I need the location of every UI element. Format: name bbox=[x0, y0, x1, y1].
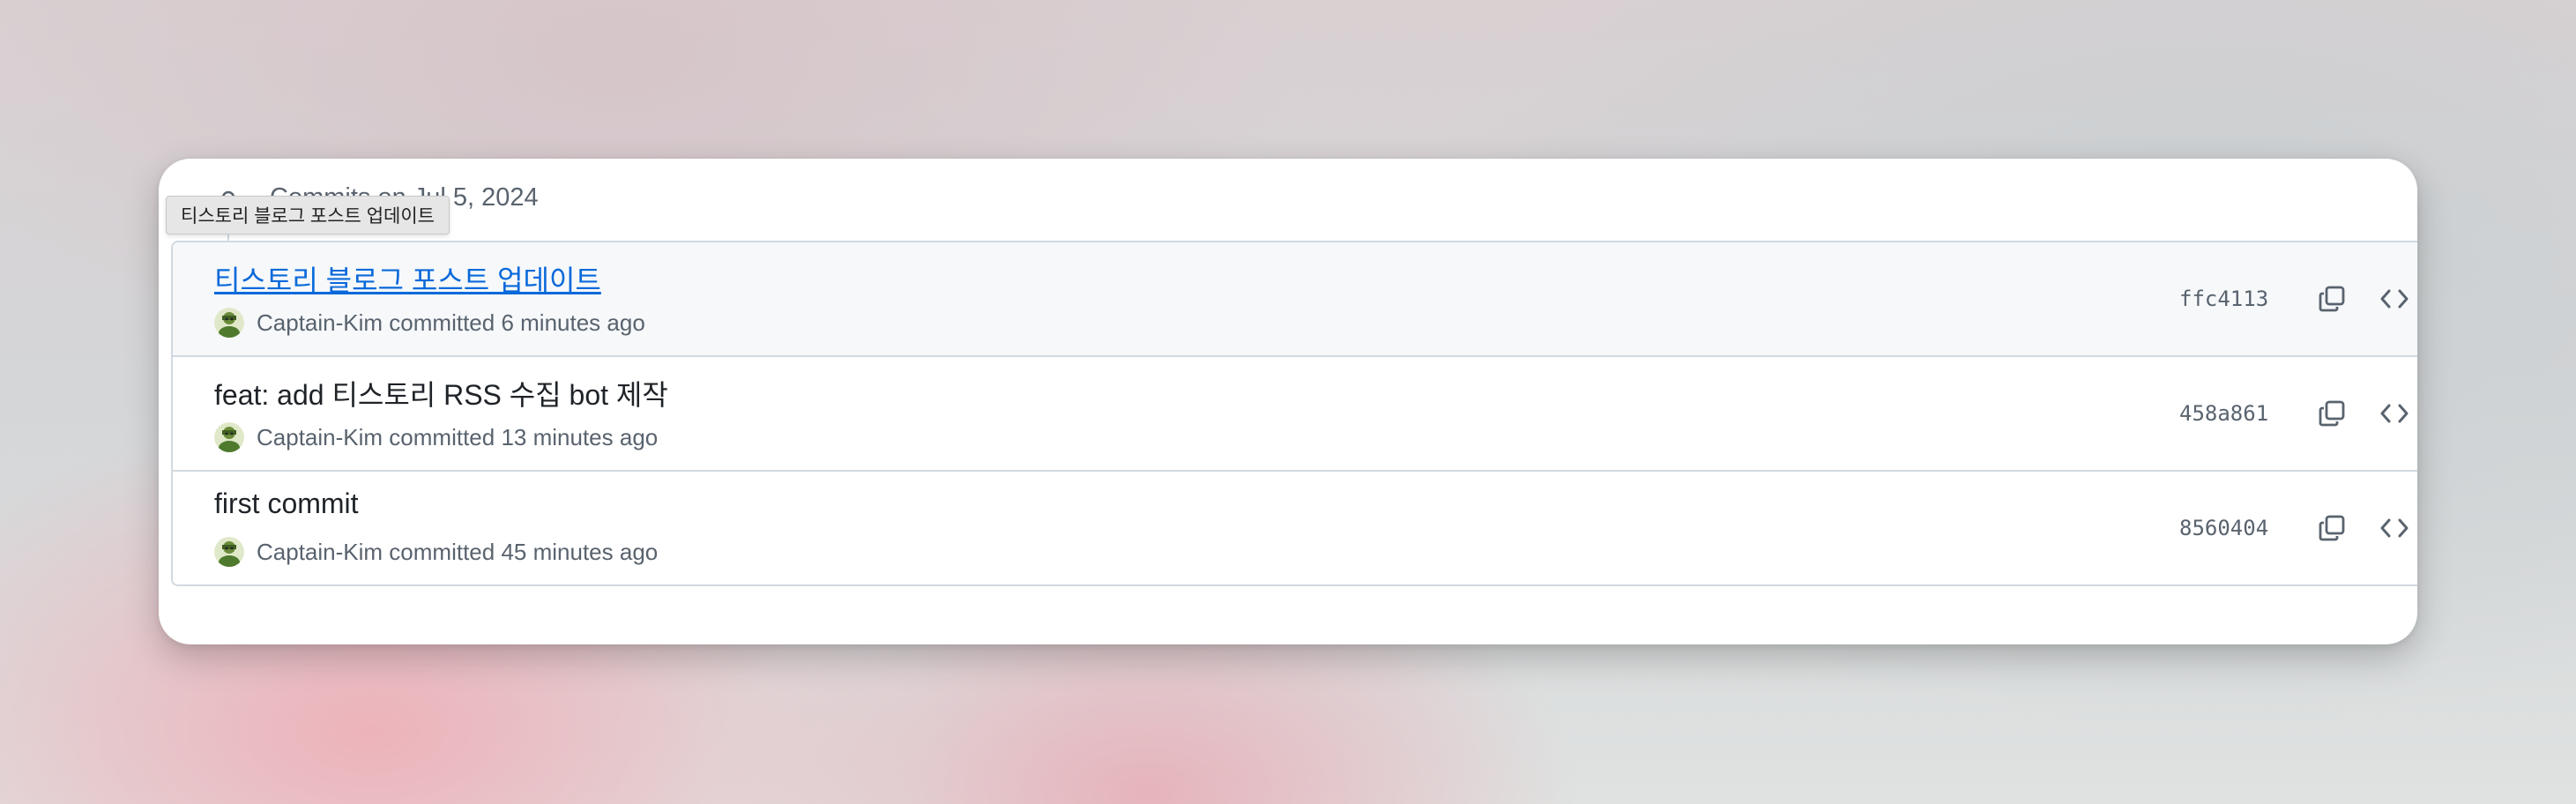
commit-actions: 8560404 bbox=[2111, 472, 2417, 584]
commit-author[interactable]: Captain-Kim bbox=[257, 309, 383, 337]
copy-sha-button[interactable] bbox=[2311, 392, 2353, 435]
commit-action: committed bbox=[389, 538, 495, 565]
commit-meta: Captain-Kim committed 6 minutes ago bbox=[214, 308, 645, 338]
user-avatar[interactable] bbox=[214, 308, 244, 338]
commit-sha-link[interactable]: 458a861 bbox=[2179, 401, 2268, 426]
commit-time: 45 minutes ago bbox=[501, 538, 659, 565]
code-brackets-icon bbox=[2380, 289, 2408, 309]
user-avatar[interactable] bbox=[214, 422, 244, 452]
commit-message-link[interactable]: 티스토리 블로그 포스트 업데이트 bbox=[214, 258, 601, 299]
commit-list: 티스토리 블로그 포스트 업데이트 Captain-Kim committed bbox=[171, 241, 2417, 586]
commit-sha-link[interactable]: ffc4113 bbox=[2179, 287, 2268, 311]
commit-time: 13 minutes ago bbox=[501, 423, 659, 450]
commit-message-tooltip: 티스토리 블로그 포스트 업데이트 bbox=[166, 196, 450, 234]
commit-time: 6 minutes ago bbox=[501, 309, 645, 336]
commit-message-link[interactable]: feat: add 티스토리 RSS 수집 bot 제작 bbox=[214, 373, 668, 413]
code-brackets-icon bbox=[2380, 404, 2408, 423]
copy-icon bbox=[2319, 400, 2345, 427]
commit-actions: 458a861 bbox=[2111, 357, 2417, 470]
commit-action: committed bbox=[389, 423, 495, 450]
browse-repo-button[interactable] bbox=[2373, 392, 2416, 435]
commit-row[interactable]: 티스토리 블로그 포스트 업데이트 Captain-Kim committed bbox=[173, 242, 2417, 355]
commit-author[interactable]: Captain-Kim bbox=[257, 539, 383, 566]
commit-author[interactable]: Captain-Kim bbox=[257, 424, 383, 451]
copy-icon bbox=[2319, 286, 2345, 312]
commit-row[interactable]: first commit Captain-Kim committed 45 mi… bbox=[173, 470, 2417, 584]
copy-sha-button[interactable] bbox=[2311, 278, 2353, 320]
commit-actions: ffc4113 bbox=[2111, 242, 2417, 355]
commit-action: committed bbox=[389, 309, 495, 336]
copy-icon bbox=[2319, 515, 2345, 541]
code-brackets-icon bbox=[2380, 518, 2408, 538]
user-avatar[interactable] bbox=[214, 537, 244, 567]
commit-message-link[interactable]: first commit bbox=[214, 488, 359, 520]
commit-sha-link[interactable]: 8560404 bbox=[2179, 516, 2268, 540]
commit-meta: Captain-Kim committed 13 minutes ago bbox=[214, 422, 658, 452]
commit-meta: Captain-Kim committed 45 minutes ago bbox=[214, 537, 658, 567]
commit-row[interactable]: feat: add 티스토리 RSS 수집 bot 제작 Captain-Kim… bbox=[173, 355, 2417, 470]
copy-sha-button[interactable] bbox=[2311, 507, 2353, 549]
browse-repo-button[interactable] bbox=[2373, 278, 2416, 320]
browse-repo-button[interactable] bbox=[2373, 507, 2416, 549]
commit-history-window: Commits on Jul 5, 2024 티스토리 블로그 포스트 업데이트… bbox=[159, 159, 2417, 644]
